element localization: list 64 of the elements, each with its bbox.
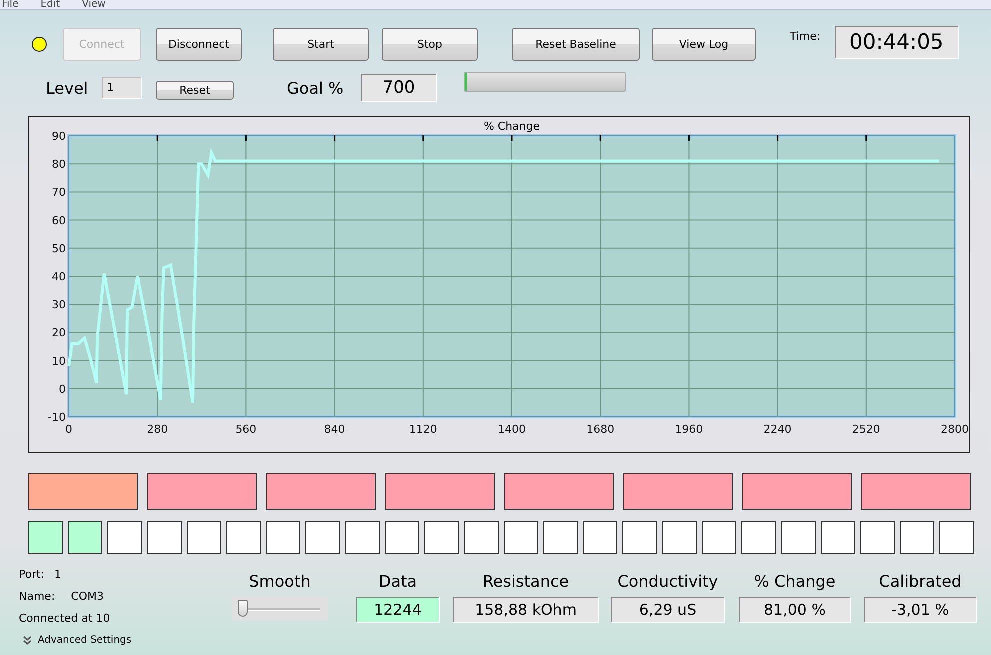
goal-label: Goal % bbox=[287, 78, 345, 98]
y-tick-label: -10 bbox=[48, 411, 66, 424]
y-tick-label: 80 bbox=[52, 158, 66, 172]
port-value: 1 bbox=[54, 568, 62, 581]
y-tick-label: 90 bbox=[52, 130, 66, 143]
chart-title: % Change bbox=[484, 120, 540, 133]
connection-status: Connected at 10 bbox=[19, 612, 110, 625]
smooth-slider[interactable] bbox=[232, 597, 328, 621]
advanced-settings-link[interactable]: Advanced Settings bbox=[38, 635, 132, 646]
time-label: Time: bbox=[790, 30, 821, 43]
tick-mark bbox=[334, 135, 336, 141]
x-tick-label: 2520 bbox=[852, 423, 880, 436]
smooth-label: Smooth bbox=[249, 572, 311, 591]
tick-mark bbox=[688, 135, 690, 141]
y-tick-label: 10 bbox=[52, 354, 66, 368]
y-tick-label: 30 bbox=[52, 298, 66, 312]
goal-display: 700 bbox=[361, 74, 437, 102]
readout-label: Calibrated bbox=[879, 572, 962, 591]
y-tick-label: 70 bbox=[52, 186, 66, 200]
tick-mark bbox=[422, 135, 424, 141]
level-label: Level bbox=[46, 78, 90, 98]
x-tick-label: 1960 bbox=[675, 423, 704, 436]
action-button[interactable]: Stop bbox=[382, 28, 478, 60]
tick-mark bbox=[245, 135, 247, 141]
action-button[interactable]: Start bbox=[273, 28, 369, 60]
slider-thumb[interactable] bbox=[238, 600, 248, 617]
port-label: Port: bbox=[19, 568, 45, 581]
y-tick-label: 20 bbox=[52, 326, 66, 340]
double-chevron-icon[interactable] bbox=[23, 636, 32, 645]
name-value: COM3 bbox=[71, 590, 104, 603]
readout-label: Data bbox=[378, 572, 418, 591]
tick-mark bbox=[600, 135, 602, 141]
x-tick-label: 840 bbox=[324, 423, 346, 436]
tick-mark bbox=[866, 135, 868, 141]
y-tick-label: 60 bbox=[52, 214, 66, 228]
readout-display: 81,00 % bbox=[739, 597, 851, 623]
tick-mark bbox=[511, 135, 513, 141]
y-tick-label: 40 bbox=[52, 270, 66, 284]
x-tick-label: 0 bbox=[66, 423, 72, 436]
x-tick-label: 560 bbox=[236, 423, 257, 436]
readout-display: -3,01 % bbox=[864, 597, 977, 623]
x-tick-label: 2800 bbox=[941, 423, 969, 436]
readout-display: 158,88 kOhm bbox=[453, 597, 599, 623]
x-tick-label: 1680 bbox=[586, 423, 615, 436]
x-tick-label: 280 bbox=[147, 423, 168, 436]
readout-display: 6,29 uS bbox=[611, 597, 725, 623]
level-field[interactable]: 1 bbox=[102, 77, 142, 99]
readout-label: Resistance bbox=[482, 572, 570, 591]
readout-display: 12244 bbox=[356, 597, 440, 623]
x-tick-label: 1120 bbox=[409, 423, 438, 436]
reset-button[interactable]: Reset bbox=[156, 80, 234, 100]
x-tick-label: 2240 bbox=[764, 423, 792, 436]
action-button[interactable]: View Log bbox=[652, 28, 756, 60]
name-label: Name: bbox=[19, 590, 56, 603]
x-tick-label: 1400 bbox=[498, 423, 526, 436]
action-button[interactable]: Reset Baseline bbox=[512, 28, 640, 60]
readout-label: % Change bbox=[754, 572, 836, 591]
y-tick-label: 50 bbox=[52, 242, 66, 256]
readout-label: Conductivity bbox=[618, 572, 718, 591]
time-display: 00:44:05 bbox=[834, 26, 959, 58]
tick-mark bbox=[777, 135, 779, 141]
tick-mark bbox=[156, 135, 158, 141]
y-tick-label: 0 bbox=[59, 382, 66, 396]
action-button[interactable]: Disconnect bbox=[156, 28, 242, 60]
